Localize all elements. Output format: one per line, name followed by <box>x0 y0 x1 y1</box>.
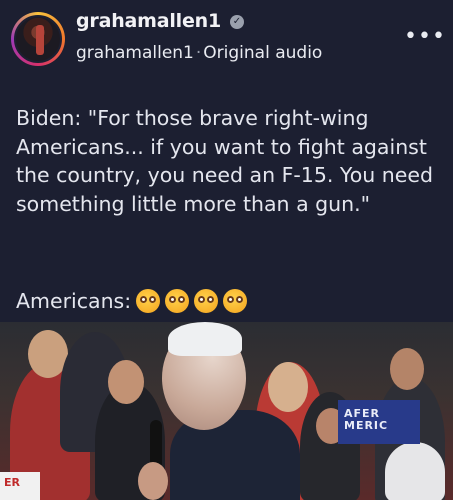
post-header: grahamallen1 ✓ grahamallen1 · Original aud… <box>0 0 453 80</box>
sign-text-line: MERIC <box>344 419 389 432</box>
audio-label[interactable]: Original audio <box>203 43 322 63</box>
avatar[interactable] <box>14 15 62 63</box>
more-horizontal-icon[interactable]: ••• <box>404 24 446 49</box>
flushed-face-emoji <box>165 289 190 313</box>
crowd-head <box>390 348 424 390</box>
verified-badge-icon: ✓ <box>230 15 244 29</box>
crowd-figure <box>385 442 445 500</box>
flushed-face-emoji <box>223 289 248 313</box>
flushed-face-emoji <box>136 289 161 313</box>
avatar-story-ring[interactable] <box>11 12 65 66</box>
reaction-text: Americans: <box>16 289 132 313</box>
reaction-line: Americans: <box>16 287 248 315</box>
post-subline: grahamallen1 · Original audio <box>76 43 322 63</box>
crowd-head <box>108 360 144 404</box>
speaker-hand <box>138 462 168 500</box>
subline-username[interactable]: grahamallen1 <box>76 43 194 63</box>
flushed-face-emoji <box>194 289 219 313</box>
avatar-figure <box>36 25 44 55</box>
username[interactable]: grahamallen1 <box>76 10 221 32</box>
speaker-hair <box>168 322 242 356</box>
subline-separator: · <box>195 43 202 63</box>
crowd-head <box>268 362 308 412</box>
crowd-sign: AFER MERIC <box>338 400 420 444</box>
video-player[interactable]: AFER MERIC ER <box>0 322 453 500</box>
post-caption: Biden: "For those brave right-wing Ameri… <box>16 106 433 216</box>
crowd-sign: ER <box>0 472 40 500</box>
